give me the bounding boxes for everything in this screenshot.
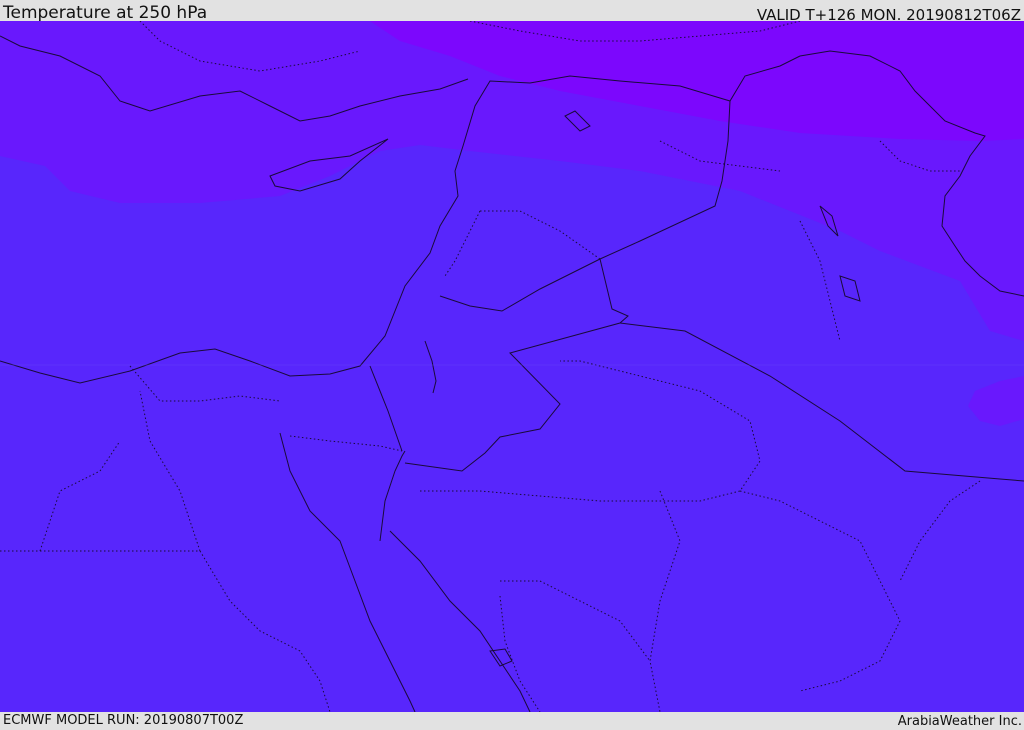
credit-label: ArabiaWeather Inc. (897, 714, 1022, 729)
bottom-bar: ECMWF MODEL RUN: 20190807T00Z ArabiaWeat… (0, 712, 1024, 729)
model-run-label: ECMWF MODEL RUN: 20190807T00Z (3, 713, 244, 728)
top-bar: Temperature at 250 hPa VALID T+126 MON. … (0, 0, 1024, 24)
map-title: Temperature at 250 hPa (3, 3, 208, 23)
temperature-map[interactable] (0, 21, 1024, 712)
